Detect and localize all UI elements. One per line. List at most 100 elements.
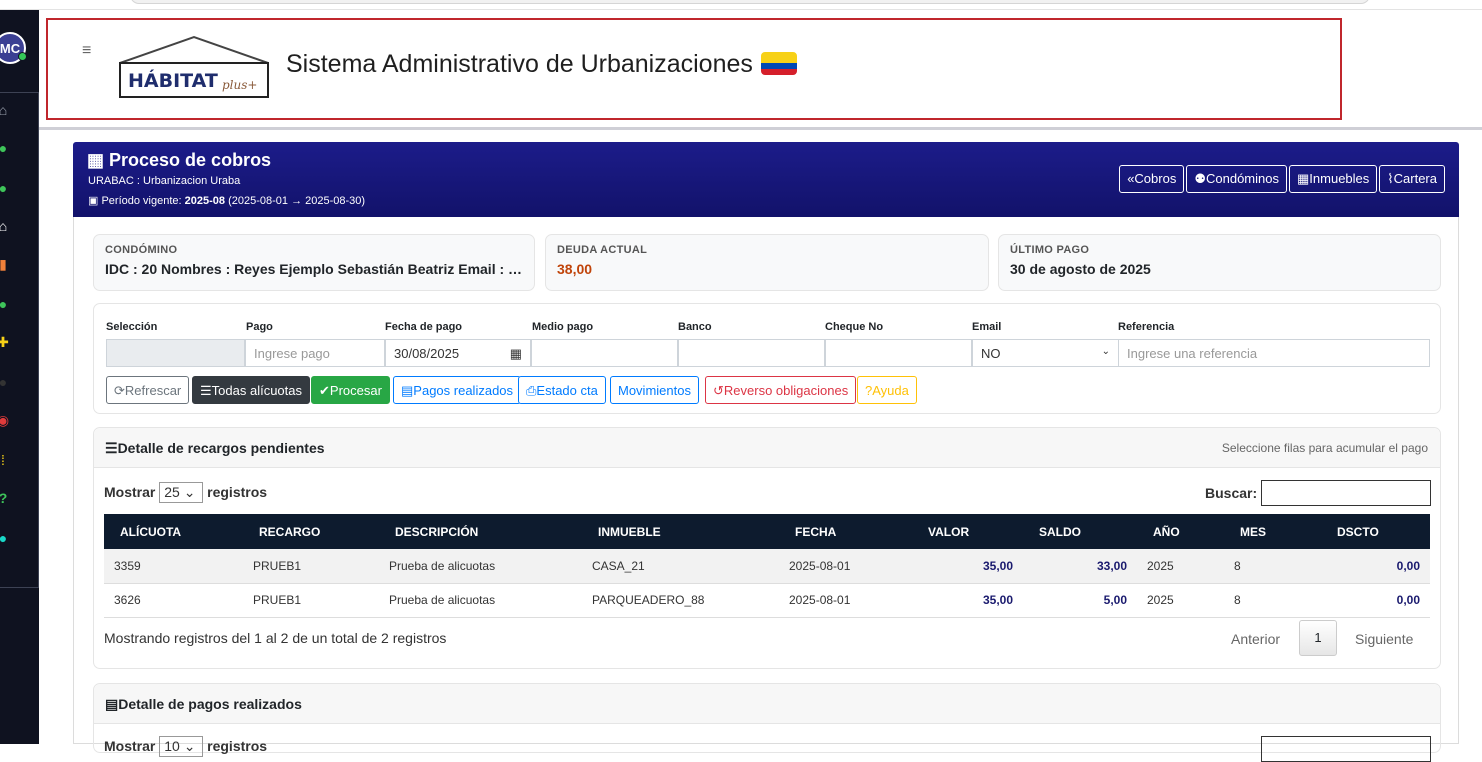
ultimo-pago-box: ÚLTIMO PAGO 30 de agosto de 2025 — [998, 234, 1441, 291]
email-select[interactable]: NO ⌄ — [972, 339, 1119, 367]
cartera-button[interactable]: ⌇Cartera — [1379, 165, 1445, 193]
sidebar: MC ⌂ ● ● ⌂ ▮ ● ✚ ● ◉ ⁞ ? ● — [0, 10, 39, 744]
banco-select[interactable] — [678, 339, 825, 367]
cell-fecha: 2025-08-01 — [779, 549, 912, 584]
next-page-button[interactable]: Siguiente — [1355, 631, 1413, 647]
chevron-down-icon: ⌄ — [1101, 346, 1110, 357]
cobros-button[interactable]: «Cobros — [1119, 165, 1185, 193]
card-body: CONDÓMINO IDC : 20 Nombres : Reyes Ejemp… — [73, 217, 1459, 762]
seleccion-label: Selección — [106, 321, 158, 333]
medio-pago-select[interactable] — [531, 339, 678, 367]
col-anio[interactable]: AÑO — [1137, 514, 1224, 549]
ecuador-flag-icon — [760, 51, 797, 75]
recargos-panel: ☰Detalle de recargos pendientes Seleccion… — [93, 427, 1441, 669]
ayuda-button[interactable]: ?Ayuda — [857, 376, 917, 404]
pagos-page-length: Mostrar 10 ⌄ registros — [104, 736, 267, 757]
pagos-panel: ▤Detalle de pagos realizados Mostrar 10 … — [93, 683, 1441, 762]
cell-recargo: PRUEB1 — [243, 549, 379, 584]
col-inmueble[interactable]: INMUEBLE — [582, 514, 779, 549]
search-label: Buscar: — [1205, 485, 1258, 501]
divider — [39, 127, 1482, 130]
pagos-realizados-button[interactable]: ▤Pagos realizados — [393, 376, 522, 404]
svg-text:plus+: plus+ — [222, 78, 257, 92]
fingerprint-icon[interactable]: ◉ — [0, 413, 10, 427]
movimientos-button[interactable]: Movimientos — [610, 376, 699, 404]
cell-valor: 35,00 — [912, 549, 1023, 584]
procesar-button[interactable]: ✔Procesar — [311, 376, 390, 404]
ultimo-pago-label: ÚLTIMO PAGO — [1010, 244, 1090, 256]
cell-inmueble: CASA_21 — [582, 549, 779, 584]
col-valor[interactable]: VALOR — [912, 514, 1023, 549]
grid-icon[interactable]: ⁞ — [0, 453, 10, 467]
pagos-page-length-select[interactable]: 10 ⌄ — [159, 736, 204, 757]
banco-label: Banco — [678, 321, 712, 333]
avatar[interactable]: MC — [0, 32, 27, 64]
fecha-input[interactable]: 30/08/2025 ▦ — [385, 339, 531, 367]
prev-page-button[interactable]: Anterior — [1231, 631, 1280, 647]
referencia-input[interactable]: Ingrese una referencia — [1118, 339, 1430, 367]
pago-input[interactable]: Ingrese pago — [245, 339, 385, 367]
condominos-button[interactable]: ⚉Condóminos — [1186, 165, 1287, 193]
address-bar[interactable] — [130, 0, 1370, 4]
col-fecha[interactable]: FECHA — [779, 514, 912, 549]
cell-dscto: 0,00 — [1321, 549, 1430, 584]
deuda-box: DEUDA ACTUAL 38,00 — [545, 234, 989, 291]
cell-inmueble: PARQUEADERO_88 — [582, 583, 779, 618]
app-title: Sistema Administrativo de Urbanizaciones — [286, 50, 797, 79]
apartment-icon[interactable]: ▮ — [0, 257, 10, 271]
email-label: Email — [972, 321, 1002, 333]
cheque-label: Cheque No — [825, 321, 884, 333]
hamburger-menu-icon[interactable]: ≡ — [82, 42, 91, 60]
move-icon[interactable]: ✚ — [0, 335, 10, 349]
period-info: ▣ Período vigente: 2025-08 (2025-08-01 →… — [88, 195, 366, 207]
help-icon[interactable]: ? — [0, 491, 10, 505]
calendar-icon[interactable]: ▦ — [510, 346, 522, 362]
col-alicuota[interactable]: ALÍCUOTA — [104, 514, 243, 549]
page-1-button[interactable]: 1 — [1299, 620, 1337, 656]
cell-alicuota: 3626 — [104, 583, 243, 618]
page-length-select[interactable]: 25 ⌄ — [159, 482, 204, 503]
online-status-dot — [18, 52, 27, 61]
circle-icon[interactable]: ● — [0, 531, 10, 545]
pagos-search-input[interactable] — [1261, 736, 1431, 762]
cell-anio: 2025 — [1137, 583, 1224, 618]
cell-descripcion: Prueba de alicuotas — [379, 583, 582, 618]
group-icon[interactable]: ● — [0, 297, 10, 311]
table-info: Mostrando registros del 1 al 2 de un tot… — [104, 630, 447, 646]
todas-alicuotas-button[interactable]: ☰Todas alícuotas — [192, 376, 310, 404]
cell-mes: 8 — [1224, 583, 1321, 618]
user-icon[interactable]: ● — [0, 141, 10, 155]
refrescar-button[interactable]: ⟳Refrescar — [106, 376, 190, 404]
recargos-hint: Seleccione filas para acumular el pago — [1221, 441, 1428, 455]
ultimo-pago-value: 30 de agosto de 2025 — [1010, 261, 1151, 277]
sidebar-menu: ⌂ ● ● ⌂ ▮ ● ✚ ● ◉ ⁞ ? ● — [0, 92, 39, 588]
condomino-value: IDC : 20 Nombres : Reyes Ejemplo Sebasti… — [105, 261, 523, 277]
building-icon[interactable]: ⌂ — [0, 219, 10, 233]
avatar-initials: MC — [0, 40, 21, 56]
col-dscto[interactable]: DSCTO — [1321, 514, 1430, 549]
reverso-button[interactable]: ↺Reverso obligaciones — [705, 376, 857, 404]
home-icon[interactable]: ⌂ — [0, 103, 10, 117]
cell-saldo: 5,00 — [1023, 583, 1137, 618]
cheque-input[interactable] — [825, 339, 972, 367]
table-row[interactable]: 3626 PRUEB1 Prueba de alicuotas PARQUEAD… — [104, 583, 1430, 618]
recargos-title: ☰Detalle de recargos pendientes — [105, 440, 325, 456]
svg-text:HÁBITAT: HÁBITAT — [128, 69, 218, 92]
cell-dscto: 0,00 — [1321, 583, 1430, 618]
inmuebles-button[interactable]: ▦Inmuebles — [1289, 165, 1378, 193]
browser-top — [0, 0, 1482, 10]
gear-icon[interactable]: ● — [0, 375, 10, 389]
col-descripcion[interactable]: DESCRIPCIÓN — [379, 514, 582, 549]
table-row[interactable]: 3359 PRUEB1 Prueba de alicuotas CASA_21 … — [104, 549, 1430, 584]
estado-cta-button[interactable]: ⎙Estado cta — [518, 376, 606, 404]
col-mes[interactable]: MES — [1224, 514, 1321, 549]
recargos-table: ALÍCUOTA RECARGO DESCRIPCIÓN INMUEBLE FE… — [104, 514, 1430, 618]
search-input[interactable] — [1261, 480, 1431, 506]
col-saldo[interactable]: SALDO — [1023, 514, 1137, 549]
cell-saldo: 33,00 — [1023, 549, 1137, 584]
users-icon[interactable]: ● — [0, 181, 10, 195]
cell-anio: 2025 — [1137, 549, 1224, 584]
page-length: Mostrar 25 ⌄ registros — [104, 482, 267, 503]
col-recargo[interactable]: RECARGO — [243, 514, 379, 549]
condomino-box: CONDÓMINO IDC : 20 Nombres : Reyes Ejemp… — [93, 234, 535, 291]
